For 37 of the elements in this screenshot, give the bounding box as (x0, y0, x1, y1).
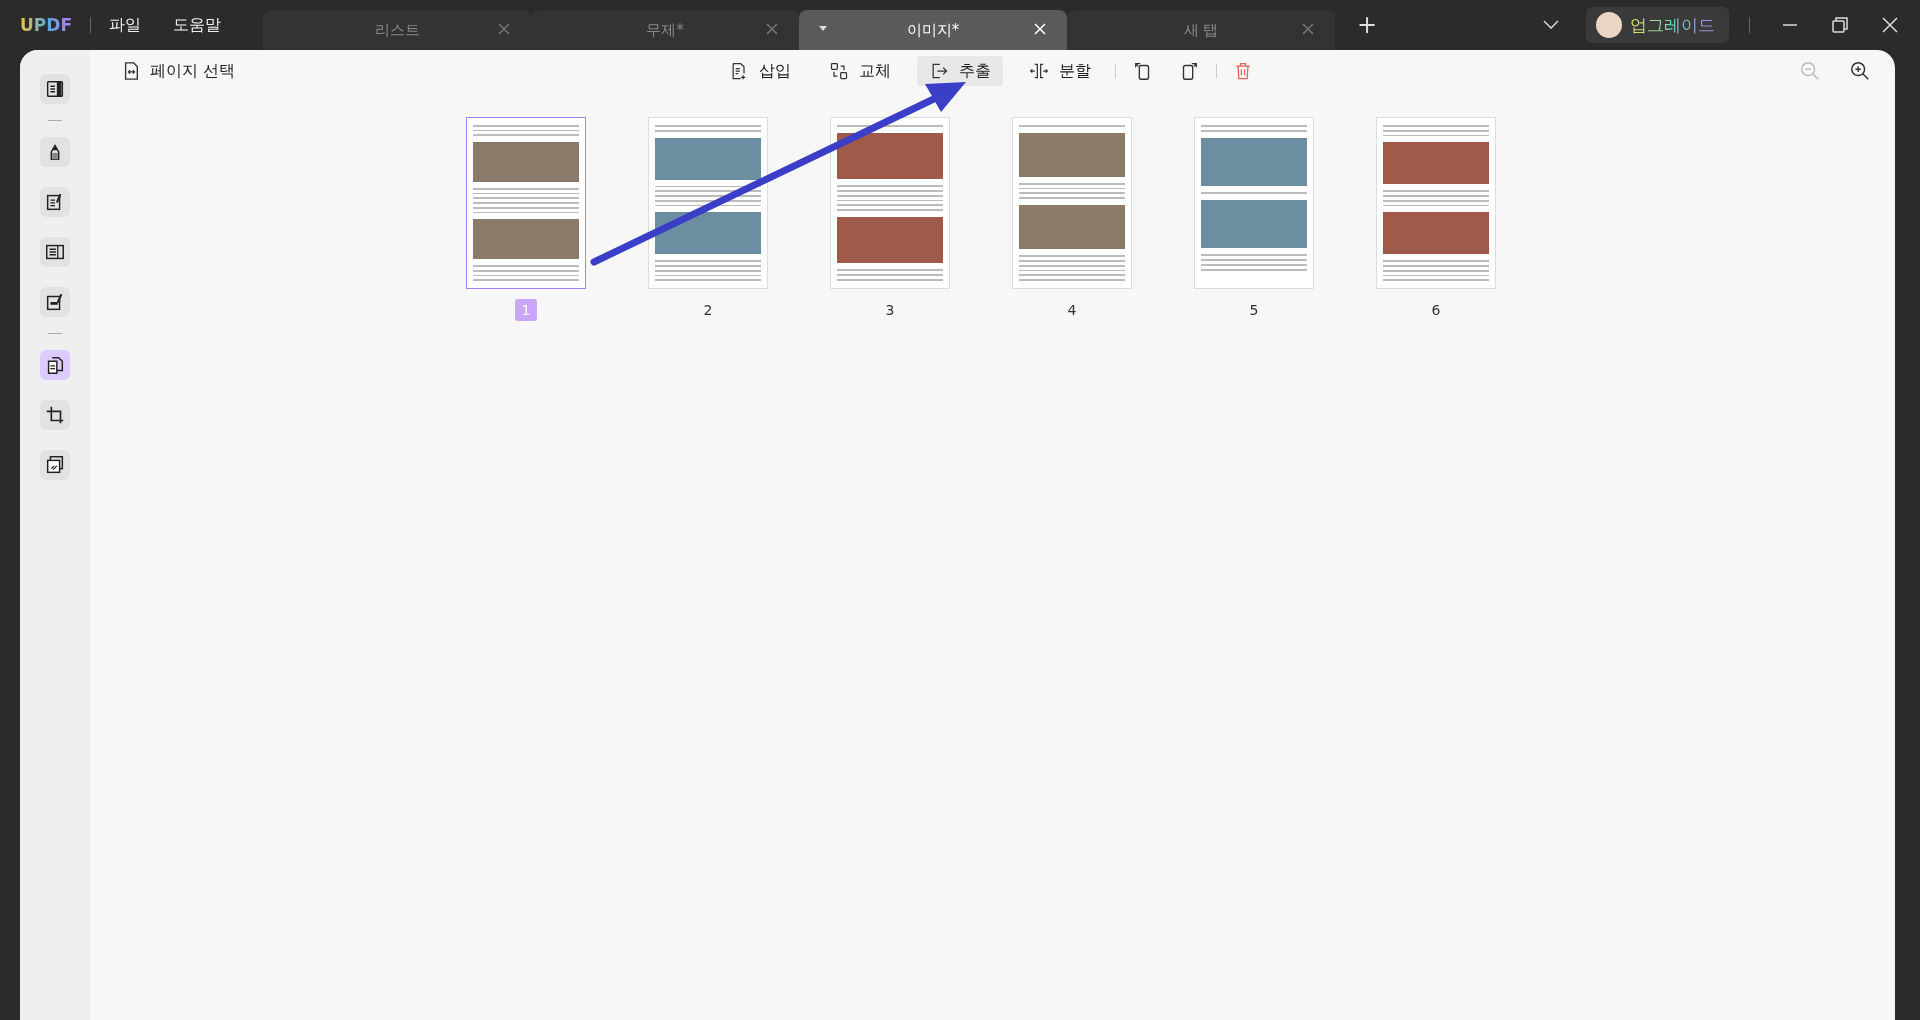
page-thumbnail[interactable] (466, 117, 586, 289)
page-number[interactable]: 6 (1425, 299, 1447, 321)
menu-item[interactable]: 도움말 (173, 14, 221, 36)
document-tab[interactable]: 리스트 (263, 10, 531, 50)
dropdown-icon[interactable] (819, 26, 827, 32)
page-number[interactable]: 5 (1243, 299, 1265, 321)
restore-icon[interactable] (1830, 15, 1850, 35)
zoom-in-icon (1849, 60, 1871, 82)
toolbar-button[interactable]: 분할 (1017, 56, 1104, 86)
document-tab[interactable]: 새 탭 (1067, 10, 1335, 50)
replace-icon (829, 61, 850, 81)
highlighter-icon[interactable] (40, 137, 70, 167)
page-number[interactable]: 3 (879, 299, 901, 321)
toolbar-button[interactable]: 교체 (817, 56, 904, 86)
document-tab[interactable]: 무제* (531, 10, 799, 50)
edit-document-icon[interactable] (40, 187, 70, 217)
reader-icon[interactable] (40, 74, 70, 104)
split-icon (1029, 61, 1050, 81)
upgrade-button[interactable]: 업그레이드 (1586, 7, 1729, 43)
page-select-icon (122, 61, 140, 81)
page-number[interactable]: 4 (1061, 299, 1083, 321)
chevron-down-icon[interactable] (1542, 19, 1560, 31)
document-tab[interactable]: 이미지* (799, 10, 1067, 50)
toolbar-button[interactable]: 추출 (917, 56, 1004, 86)
crop-icon[interactable] (40, 400, 70, 430)
close-icon[interactable] (1880, 15, 1900, 35)
form-icon[interactable] (40, 237, 70, 267)
layers-icon[interactable] (40, 450, 70, 480)
sign-icon[interactable] (40, 287, 70, 317)
avatar (1596, 12, 1622, 38)
page-select-button[interactable]: 페이지 선택 (110, 56, 248, 86)
page-number[interactable]: 2 (697, 299, 719, 321)
zoom-out-icon (1799, 60, 1821, 82)
menu-item[interactable]: 파일 (109, 14, 141, 36)
pages-icon[interactable] (40, 350, 70, 380)
new-tab-button[interactable]: + (1357, 11, 1378, 39)
toolbar-button[interactable]: 삽입 (717, 56, 804, 86)
